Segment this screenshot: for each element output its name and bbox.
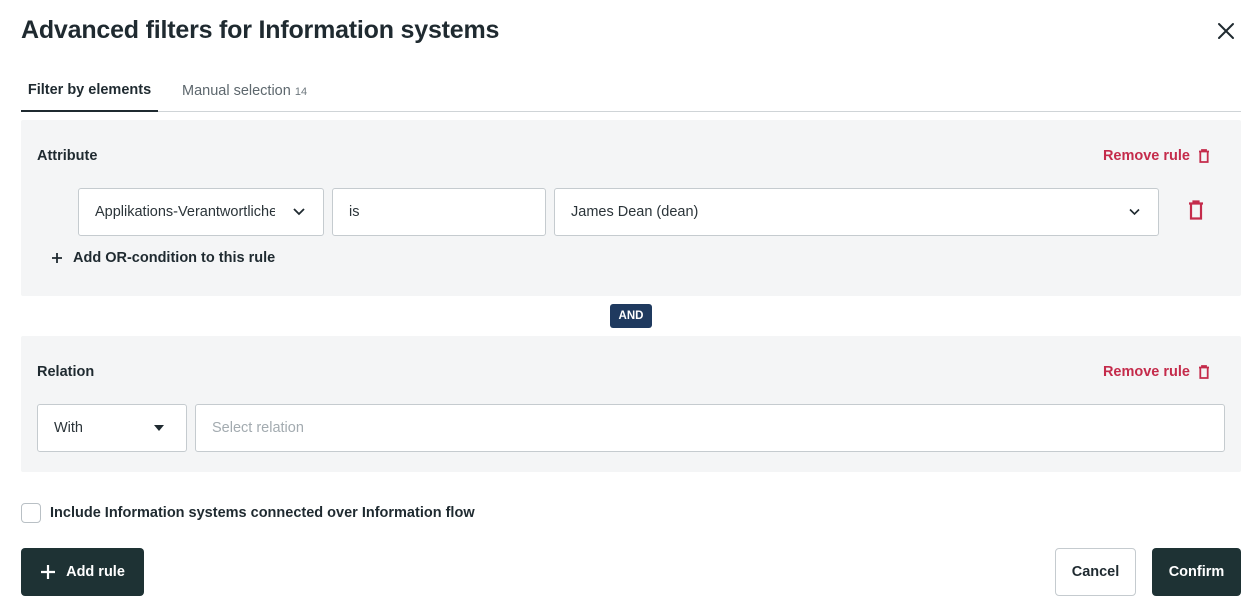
with-select[interactable]: With bbox=[37, 404, 187, 452]
chevron-down-icon bbox=[293, 208, 305, 216]
include-connected-checkbox[interactable] bbox=[21, 503, 41, 523]
cancel-label: Cancel bbox=[1071, 564, 1120, 580]
include-connected-label[interactable]: Include Information systems connected ov… bbox=[50, 505, 475, 521]
delete-condition-button[interactable] bbox=[1184, 198, 1208, 222]
tab-filter-by-elements[interactable]: Filter by elements bbox=[21, 70, 158, 112]
operator-select-value: is bbox=[349, 204, 360, 220]
tab-manual-selection[interactable]: Manual selection 14 bbox=[182, 70, 307, 111]
tab-bar: Filter by elements Manual selection 14 bbox=[21, 70, 1241, 112]
attribute-rule-panel: Attribute Remove rule Applikations-Veran… bbox=[21, 120, 1241, 296]
value-select-value: James Dean (dean) bbox=[571, 204, 699, 220]
dialog-title: Advanced filters for Information systems bbox=[21, 16, 500, 44]
relation-select[interactable]: Select relation bbox=[195, 404, 1225, 452]
remove-rule-label: Remove rule bbox=[1102, 148, 1190, 164]
with-select-value: With bbox=[54, 420, 83, 436]
remove-rule-button[interactable]: Remove rule bbox=[1103, 148, 1210, 164]
include-connected-option: Include Information systems connected ov… bbox=[21, 503, 475, 523]
operator-select[interactable]: is bbox=[332, 188, 546, 236]
add-or-condition-label: Add OR-condition to this rule bbox=[73, 250, 276, 266]
and-connector-badge: AND bbox=[610, 304, 652, 328]
tab-label: Filter by elements bbox=[27, 82, 152, 98]
relation-select-placeholder: Select relation bbox=[212, 420, 304, 436]
attribute-select[interactable]: Applikations-Verantwortliche bbox=[78, 188, 324, 236]
close-button[interactable] bbox=[1214, 19, 1238, 43]
plus-icon bbox=[41, 565, 56, 579]
cancel-button[interactable]: Cancel bbox=[1055, 548, 1136, 596]
attribute-select-value: Applikations-Verantwortliche bbox=[95, 204, 275, 220]
trash-icon bbox=[1189, 200, 1203, 220]
confirm-button[interactable]: Confirm bbox=[1152, 548, 1241, 596]
plus-icon bbox=[52, 253, 62, 263]
confirm-label: Confirm bbox=[1168, 564, 1225, 580]
relation-rule-panel: Relation Remove rule With Select relatio… bbox=[21, 336, 1241, 472]
add-rule-button[interactable]: Add rule bbox=[21, 548, 144, 596]
trash-icon bbox=[1199, 149, 1209, 163]
remove-rule-button[interactable]: Remove rule bbox=[1103, 364, 1210, 380]
trash-icon bbox=[1199, 365, 1209, 379]
add-or-condition-button[interactable]: Add OR-condition to this rule bbox=[51, 250, 275, 266]
close-icon[interactable] bbox=[1217, 22, 1235, 40]
rule-title: Attribute bbox=[37, 148, 98, 164]
tab-count-badge: 14 bbox=[294, 85, 308, 98]
caret-down-icon bbox=[154, 425, 164, 431]
rule-title: Relation bbox=[37, 364, 95, 380]
add-rule-label: Add rule bbox=[66, 564, 125, 580]
remove-rule-label: Remove rule bbox=[1102, 364, 1190, 380]
value-select[interactable]: James Dean (dean) bbox=[554, 188, 1159, 236]
tab-label: Manual selection bbox=[182, 82, 291, 99]
chevron-down-icon bbox=[1129, 208, 1140, 216]
